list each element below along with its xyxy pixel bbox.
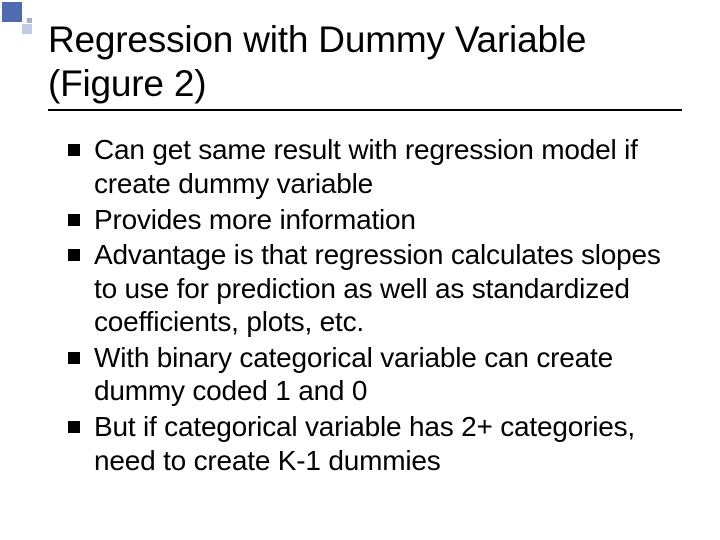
list-item: Advantage is that regression calculates …: [68, 238, 682, 339]
list-item: Provides more information: [68, 203, 682, 237]
list-item: With binary categorical variable can cre…: [68, 341, 682, 408]
list-item: But if categorical variable has 2+ categ…: [68, 410, 682, 477]
bullet-list: Can get same result with regression mode…: [48, 133, 682, 477]
bullet-text: Advantage is that regression calculates …: [94, 239, 661, 337]
list-item: Can get same result with regression mode…: [68, 133, 682, 200]
slide-corner-decoration: [0, 0, 38, 36]
bullet-text: Provides more information: [94, 204, 416, 235]
bullet-text: Can get same result with regression mode…: [94, 134, 638, 199]
bullet-text: But if categorical variable has 2+ categ…: [94, 411, 635, 476]
slide-title: Regression with Dummy Variable (Figure 2…: [48, 18, 682, 105]
title-underline: [48, 109, 682, 111]
deco-square-large: [2, 2, 22, 22]
deco-square-medium: [22, 24, 32, 34]
bullet-text: With binary categorical variable can cre…: [94, 342, 613, 407]
slide-content: Regression with Dummy Variable (Figure 2…: [0, 0, 720, 477]
deco-square-small: [27, 18, 32, 23]
